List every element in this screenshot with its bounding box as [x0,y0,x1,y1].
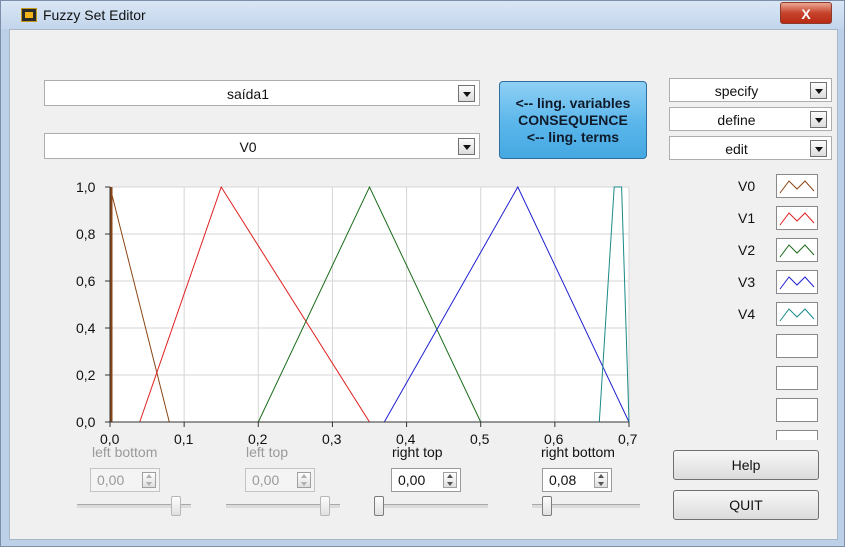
spinner-icon[interactable] [142,472,156,488]
right-top-label: right top [392,444,443,460]
right-bottom-label: right bottom [541,444,615,460]
right-bottom-slider-thumb[interactable] [541,496,552,516]
left-top-input[interactable]: 0,00 [245,468,315,492]
right-top-input[interactable]: 0,00 [391,468,461,492]
right-bottom-input[interactable]: 0,08 [542,468,612,492]
spinner-icon[interactable] [443,472,457,488]
left-bottom-slider-thumb[interactable] [170,496,181,516]
right-bottom-value: 0,08 [549,472,577,488]
left-bottom-input[interactable]: 0,00 [90,468,160,492]
x-tick-label: 0,1 [174,431,194,447]
x-tick-label: 0,7 [618,431,638,447]
left-top-slider-thumb[interactable] [319,496,330,516]
left-bottom-label: left bottom [92,444,158,460]
y-tick-label: 0,6 [76,273,96,289]
left-top-label: left top [246,444,289,460]
right-top-value: 0,00 [398,472,426,488]
y-tick-label: 0,8 [76,226,96,242]
right-top-slider-thumb[interactable] [374,496,384,516]
spinner-icon[interactable] [594,472,608,488]
quit-button[interactable]: QUIT [673,490,819,520]
y-tick-label: 0,4 [76,320,96,336]
spinner-icon[interactable] [297,472,311,488]
plot-area [110,187,629,422]
help-button[interactable]: Help [673,450,819,480]
fuzzy-set-editor-window: Fuzzy Set Editor X saída1 V0 <-- ling. v… [0,0,845,547]
y-tick-label: 0,2 [76,367,96,383]
y-tick-label: 0,0 [76,414,96,430]
left-top-value: 0,00 [252,472,280,488]
left-bottom-value: 0,00 [97,472,125,488]
y-tick-label: 1,0 [76,179,96,195]
x-tick-label: 0,3 [322,431,342,447]
x-tick-label: 0,5 [470,431,490,447]
right-top-slider-track[interactable] [374,504,488,508]
